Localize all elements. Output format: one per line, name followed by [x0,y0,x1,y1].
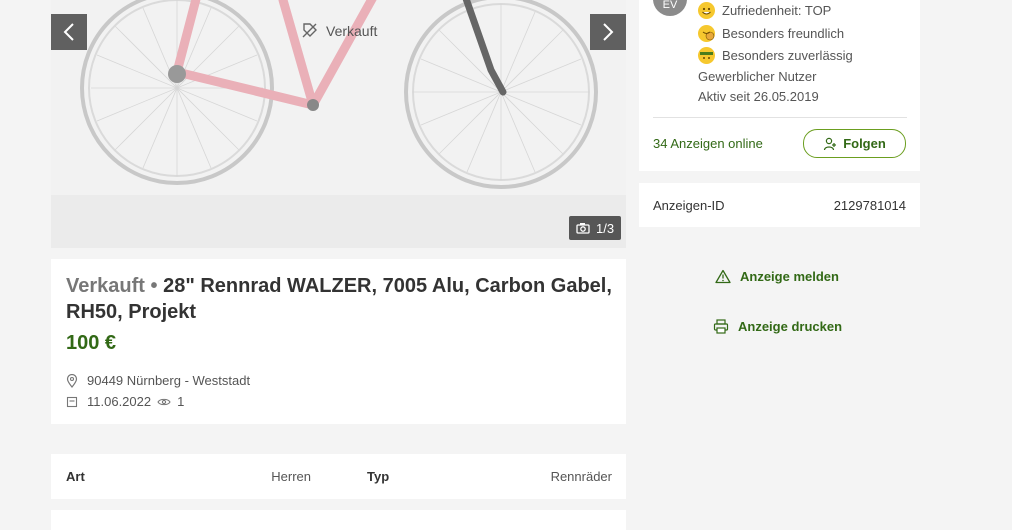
seller-type: Gewerblicher Nutzer [698,69,817,84]
friendly-icon [698,25,715,42]
sold-tag-icon [302,23,317,38]
warning-icon [715,269,731,284]
ad-id-value: 2129781014 [833,198,906,213]
print-ad-label: Anzeige drucken [738,319,843,334]
print-ad-link[interactable]: Anzeige drucken [713,319,842,334]
detail-label-art: Art [66,469,85,484]
views-count: 1 [177,394,185,409]
date-views-row: 11.06.2022 1 [66,394,184,409]
reliable-icon [698,47,715,64]
follow-button-label: Folgen [843,136,886,151]
add-user-icon [824,137,837,150]
seller-profile-card: EV Zufriedenheit: TOP Besonders freundli… [639,0,920,171]
chevron-right-icon [603,23,614,41]
image-counter[interactable]: 1/3 [569,216,622,240]
detail-value-typ: Rennräder [550,469,612,484]
listing-summary-card: Verkauft • 28" Rennrad WALZER, 7005 Alu,… [51,259,626,424]
report-ad-label: Anzeige melden [740,269,839,284]
next-section-card [51,510,626,530]
eye-icon [157,398,171,405]
smiley-icon [698,2,715,19]
ads-online-link[interactable]: 34 Anzeigen online [653,136,763,151]
sold-overlay-label: Verkauft [326,22,378,39]
calendar-icon [66,396,78,407]
follow-button[interactable]: Folgen [803,129,906,158]
next-image-button[interactable] [590,14,626,50]
previous-image-button[interactable] [51,14,87,50]
avatar[interactable]: EV [653,0,687,16]
report-ad-link[interactable]: Anzeige melden [715,269,839,284]
badge-reliable-label: Besonders zuverlässig [722,48,853,63]
badge-friendly-label: Besonders freundlich [722,26,845,41]
badge-reliable: Besonders zuverlässig [698,47,853,64]
image-counter-label: 1/3 [596,220,615,236]
badge-satisfaction: Zufriedenheit: TOP [698,2,831,19]
detail-value-art: Herren [271,469,311,484]
listing-title-text: 28" Rennrad WALZER, 7005 Alu, Carbon Gab… [66,275,612,323]
location-pin-icon [66,373,78,388]
title-bullet: • [150,275,158,297]
active-since: Aktiv seit 26.05.2019 [698,89,819,104]
listing-price: 100 € [66,332,117,354]
badge-friendly: Besonders freundlich [698,25,844,42]
location-text: 90449 Nürnberg - Weststadt [87,373,251,388]
chevron-left-icon [63,23,74,41]
printer-icon [713,319,729,334]
divider [653,117,907,118]
ad-id-card: Anzeigen-ID 2129781014 [639,183,920,227]
image-gallery[interactable]: Verkauft 1/3 [51,0,626,248]
location-row: 90449 Nürnberg - Weststadt [66,373,250,388]
details-card: Art Herren Typ Rennräder [51,454,626,499]
sold-overlay: Verkauft [301,22,377,39]
sold-status-label: Verkauft [66,275,145,297]
badge-satisfaction-label: Zufriedenheit: TOP [722,3,832,18]
date-text: 11.06.2022 [87,394,152,409]
listing-title: Verkauft • 28" Rennrad WALZER, 7005 Alu,… [66,273,616,325]
detail-label-typ: Typ [367,469,390,484]
camera-icon [576,223,590,234]
ad-id-label: Anzeigen-ID [653,198,725,213]
